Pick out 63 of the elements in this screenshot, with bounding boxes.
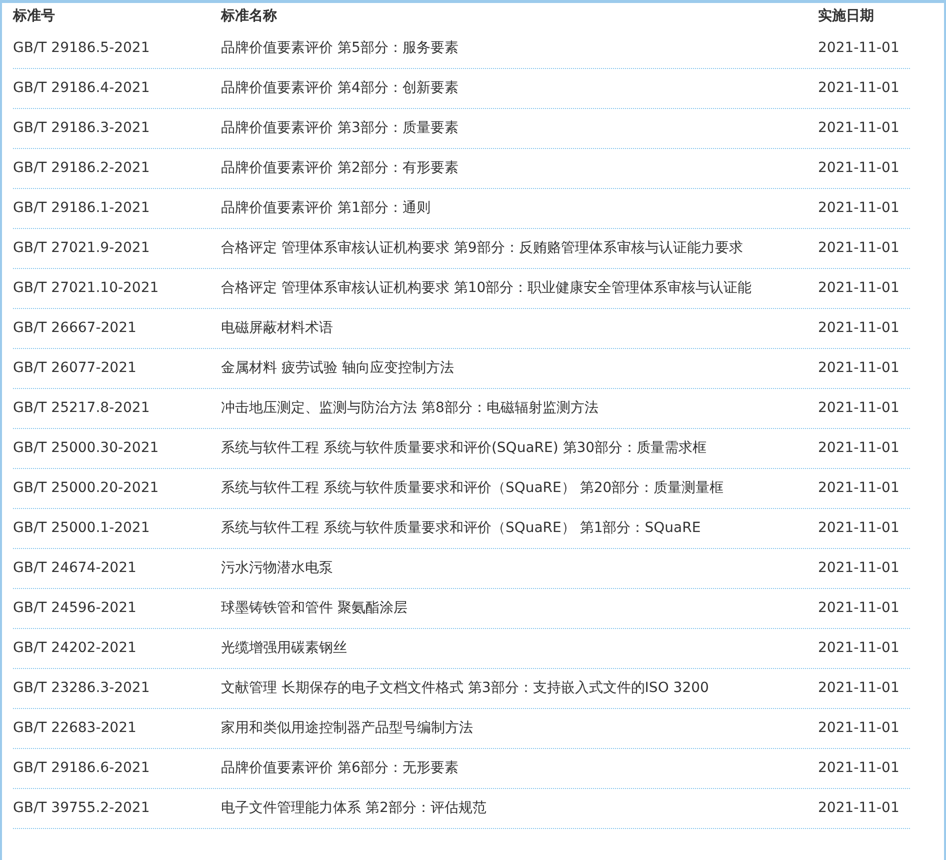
table-cell-text: GB/T 25000.30-2021 (13, 439, 160, 458)
table-cell-text: 2021-11-01 (818, 679, 900, 698)
table-cell-text: 品牌价值要素评价 第3部分：质量要素 (221, 119, 460, 138)
table-cell-text: 品牌价值要素评价 第2部分：有形要素 (221, 159, 460, 178)
table-cell-text: GB/T 39755.2-2021 (13, 799, 151, 818)
table-cell-text: GB/T 23286.3-2021 (13, 679, 151, 698)
table-cell-text: GB/T 29186.2-2021 (13, 159, 151, 178)
table-cell-text: 2021-11-01 (818, 279, 900, 298)
table-cell-text: 2021-11-01 (818, 479, 900, 498)
table-cell-text: 2021-11-01 (818, 759, 900, 778)
column-header: 标准名称 (221, 6, 278, 26)
table-cell-text: 2021-11-01 (818, 519, 900, 538)
table-cell-text: 2021-11-01 (818, 399, 900, 418)
table-cell-text: 系统与软件工程 系统与软件质量要求和评价(SQuaRE) 第30部分：质量需求框 (221, 439, 708, 458)
table-cell-text: GB/T 29186.5-2021 (13, 39, 151, 58)
column-header: 标准号 (13, 6, 56, 26)
table-cell-text: 2021-11-01 (818, 119, 900, 138)
table-cell-text: 球墨铸铁管和管件 聚氨酯涂层 (221, 599, 408, 618)
table-cell-text: 电磁屏蔽材料术语 (221, 319, 334, 338)
table-cell-text: 2021-11-01 (818, 559, 900, 578)
column-header: 实施日期 (818, 6, 874, 26)
table-cell-text: 2021-11-01 (818, 719, 900, 738)
table-cell-text: 2021-11-01 (818, 39, 900, 58)
table-cell-text: 2021-11-01 (818, 79, 900, 98)
table-cell-text: 2021-11-01 (818, 159, 900, 178)
table-cell-text: 合格评定 管理体系审核认证机构要求 第10部分：职业健康安全管理体系审核与认证能 (221, 279, 753, 298)
table-cell-text: 合格评定 管理体系审核认证机构要求 第9部分：反贿赂管理体系审核与认证能力要求 (221, 239, 744, 258)
table-cell-text: 品牌价值要素评价 第5部分：服务要素 (221, 39, 460, 58)
table-cell-text: GB/T 24674-2021 (13, 559, 138, 578)
table-cell-text: GB/T 25000.20-2021 (13, 479, 160, 498)
table-cell-text: 2021-11-01 (818, 319, 900, 338)
table-cell-text: GB/T 27021.9-2021 (13, 239, 151, 258)
table-cell-text: GB/T 22683-2021 (13, 719, 138, 738)
table-cell-text: 电子文件管理能力体系 第2部分：评估规范 (221, 799, 488, 818)
table-cell-text: 2021-11-01 (818, 199, 900, 218)
table-cell-text: 文献管理 长期保存的电子文档文件格式 第3部分：支持嵌入式文件的ISO 3200 (221, 679, 710, 698)
table-cell-text: 家用和类似用途控制器产品型号编制方法 (221, 719, 474, 738)
table-cell-text: 光缆增强用碳素钢丝 (221, 639, 348, 658)
table-cell-text: GB/T 26667-2021 (13, 319, 138, 338)
table-cell-text: 品牌价值要素评价 第1部分：通则 (221, 199, 432, 218)
table-cell-text: 2021-11-01 (818, 359, 900, 378)
table-cell-text: 系统与软件工程 系统与软件质量要求和评价（SQuaRE） 第20部分：质量测量框 (221, 479, 725, 498)
table-cell-text: 品牌价值要素评价 第6部分：无形要素 (221, 759, 460, 778)
table-cell-text: GB/T 25217.8-2021 (13, 399, 151, 418)
table-cell-text: 2021-11-01 (818, 239, 900, 258)
table-cell-text: 2021-11-01 (818, 799, 900, 818)
table-cell-text: GB/T 26077-2021 (13, 359, 138, 378)
table-cell-text: GB/T 24596-2021 (13, 599, 138, 618)
table-cell-text: 污水污物潜水电泵 (221, 559, 334, 578)
table-cell-text: GB/T 24202-2021 (13, 639, 138, 658)
table-cell-text: GB/T 29186.4-2021 (13, 79, 151, 98)
table-cell-text: 金属材料 疲劳试验 轴向应变控制方法 (221, 359, 455, 378)
table-cell-text: 冲击地压测定、监测与防治方法 第8部分：电磁辐射监测方法 (221, 399, 600, 418)
table-cell-text: 系统与软件工程 系统与软件质量要求和评价（SQuaRE） 第1部分：SQuaRE (221, 519, 702, 538)
table-cell-text: GB/T 29186.3-2021 (13, 119, 151, 138)
table-cell-text: GB/T 29186.1-2021 (13, 199, 151, 218)
table-cell-text: 品牌价值要素评价 第4部分：创新要素 (221, 79, 460, 98)
table-cell-text: 2021-11-01 (818, 599, 900, 618)
table-cell-text: GB/T 27021.10-2021 (13, 279, 160, 298)
table-cell-text: GB/T 29186.6-2021 (13, 759, 151, 778)
table-cell-text: GB/T 25000.1-2021 (13, 519, 151, 538)
table-cell-text: 2021-11-01 (818, 639, 900, 658)
table-cell-text: 2021-11-01 (818, 439, 900, 458)
